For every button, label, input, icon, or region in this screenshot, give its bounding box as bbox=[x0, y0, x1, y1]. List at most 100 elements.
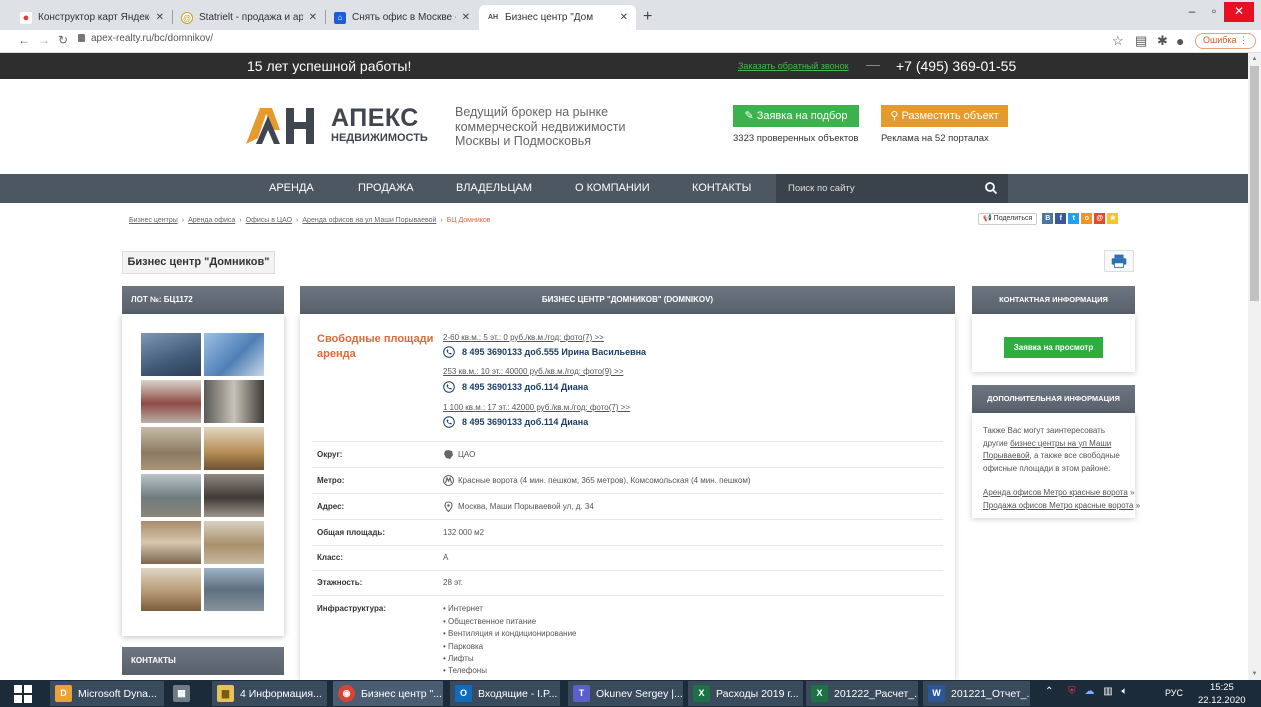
contacts-header: КОНТАКТЫ bbox=[122, 647, 284, 675]
star-icon[interactable]: ☆ bbox=[1112, 33, 1124, 49]
photo-thumbnail[interactable] bbox=[141, 380, 201, 423]
photo-thumbnail[interactable] bbox=[141, 427, 201, 470]
offer-link[interactable]: 1 100 кв.м.: 17 эт.: 42000 руб./кв.м./го… bbox=[443, 403, 630, 412]
volume-icon[interactable]: 🔈︎ bbox=[1121, 686, 1127, 697]
clock-date[interactable]: 22.12.2020 bbox=[1198, 695, 1246, 706]
nav-item-contacts[interactable]: КОНТАКТЫ bbox=[692, 182, 751, 194]
taskbar-app-teams[interactable]: T Okunev Sergey |... bbox=[568, 681, 683, 706]
site-search-input[interactable]: Поиск по сайту bbox=[776, 174, 1008, 203]
nav-item-sale[interactable]: ПРОДАЖА bbox=[358, 182, 414, 194]
reload-icon[interactable]: ↻ bbox=[58, 33, 68, 47]
onedrive-cloud-icon[interactable]: ☁ bbox=[1084, 686, 1094, 697]
odnoklassniki-icon[interactable]: o bbox=[1081, 213, 1093, 224]
photo-thumbnail[interactable] bbox=[204, 568, 264, 611]
infrastructure-item: Общественное питание bbox=[443, 617, 536, 626]
offer-link[interactable]: 2-60 кв.м.: 5 эт.: 0 руб./кв.м./год: фот… bbox=[443, 333, 604, 342]
tab-apex[interactable]: АН Бизнес центр "Дом ✕ bbox=[479, 5, 636, 30]
profile-error-label: Ошибка bbox=[1203, 35, 1237, 45]
taskbar-app-outlook[interactable]: O Входящие - I.P... bbox=[450, 681, 560, 706]
metro-rent-link-text: Аренда офисов Метро красные ворота bbox=[983, 488, 1128, 497]
photo-thumbnail[interactable] bbox=[141, 333, 201, 376]
scroll-down-icon[interactable]: ▼ bbox=[1250, 671, 1259, 677]
address-bar: ← → ↻ apex-realty.ru/bc/domnikov/ ☆ ▤ ✱ … bbox=[0, 30, 1261, 53]
taskbar-app-label: Okunev Sergey |... bbox=[596, 687, 683, 700]
new-tab-button[interactable]: + bbox=[643, 8, 652, 26]
photo-thumbnail[interactable] bbox=[204, 427, 264, 470]
window-close-button[interactable]: ✕ bbox=[1224, 2, 1254, 22]
photo-thumbnail[interactable] bbox=[204, 474, 264, 517]
district-icon bbox=[444, 450, 453, 459]
breadcrumb-link[interactable]: Аренда офиса bbox=[188, 217, 235, 224]
share-button[interactable]: 📢 Поделиться bbox=[978, 212, 1038, 225]
slogan: 15 лет успешной работы! bbox=[247, 58, 412, 74]
building-details-panel bbox=[300, 314, 955, 680]
request-selection-button[interactable]: ✎ Заявка на подбор bbox=[733, 105, 859, 127]
restore-button[interactable]: ▫ bbox=[1204, 2, 1224, 22]
network-icon[interactable]: ▥ bbox=[1103, 686, 1112, 697]
clock-time[interactable]: 15:25 bbox=[1210, 682, 1234, 693]
photo-thumbnail[interactable] bbox=[204, 380, 264, 423]
forward-arrow-icon[interactable]: → bbox=[38, 33, 50, 47]
reading-list-icon[interactable]: ▤ bbox=[1135, 33, 1147, 49]
nav-item-about[interactable]: О КОМПАНИИ bbox=[575, 182, 650, 194]
photo-thumbnail[interactable] bbox=[141, 521, 201, 564]
back-arrow-icon[interactable]: ← bbox=[18, 33, 30, 47]
taskbar-app-calculator[interactable]: ▦ bbox=[168, 681, 208, 706]
facebook-icon[interactable]: f bbox=[1055, 213, 1067, 224]
url-field[interactable]: apex-realty.ru/bc/domnikov/ bbox=[78, 33, 213, 44]
search-icon[interactable] bbox=[984, 181, 998, 195]
tab-statrielt[interactable]: @ Statrielt - продажа и аренда ко ✕ bbox=[173, 5, 325, 30]
tab-title: Снять офис в Москве - 1 020 с bbox=[352, 12, 456, 23]
scroll-up-icon[interactable]: ▲ bbox=[1250, 56, 1259, 62]
twitter-icon[interactable]: t bbox=[1068, 213, 1080, 224]
print-icon[interactable] bbox=[1104, 250, 1134, 272]
extensions-icon[interactable]: ✱ bbox=[1157, 33, 1168, 49]
place-object-button[interactable]: ⚲ Разместить объект bbox=[881, 105, 1008, 127]
apex-logo[interactable] bbox=[246, 104, 321, 144]
antivirus-icon[interactable]: ⛨ bbox=[1068, 686, 1076, 697]
photo-thumbnail[interactable] bbox=[204, 521, 264, 564]
request-viewing-button[interactable]: Заявка на просмотр bbox=[1004, 337, 1103, 358]
metro-sale-link[interactable]: Продажа офисов Метро красные ворота » bbox=[983, 501, 1140, 510]
nav-item-owners[interactable]: ВЛАДЕЛЬЦАМ bbox=[456, 182, 532, 194]
language-indicator[interactable]: РУС bbox=[1165, 688, 1183, 698]
offer-phone-text: 8 495 3690133 доб.555 Ирина Васильевна bbox=[462, 347, 647, 357]
system-tray: ⌃ ⛨ ☁ ▥ 🔈︎ bbox=[1045, 686, 1127, 697]
taskbar-app-excel-calc[interactable]: X 201222_Расчет_... bbox=[806, 681, 918, 706]
profile-avatar-icon[interactable]: ● bbox=[1176, 33, 1184, 49]
windows-start-icon[interactable] bbox=[14, 685, 32, 703]
photo-thumbnail[interactable] bbox=[141, 474, 201, 517]
vk-icon[interactable]: B bbox=[1042, 213, 1054, 224]
favorite-star-icon[interactable]: ★ bbox=[1107, 213, 1119, 224]
statrielt-icon: @ bbox=[181, 11, 193, 24]
metro-rent-link[interactable]: Аренда офисов Метро красные ворота » bbox=[983, 488, 1135, 497]
photo-thumbnail[interactable] bbox=[204, 333, 264, 376]
tab-cian[interactable]: ⌂ Снять офис в Москве - 1 020 с ✕ bbox=[326, 5, 478, 30]
taskbar-app-word[interactable]: W 201221_Отчет_... bbox=[923, 681, 1030, 706]
district-label: Округ: bbox=[317, 450, 343, 459]
taskbar-app-folder[interactable]: ▆ 4 Информация... bbox=[212, 681, 327, 706]
additional-info-text: Также Вас могут заинтересовать другие би… bbox=[983, 425, 1131, 475]
taskbar-app-chrome[interactable]: ◉ Бизнес центр "... bbox=[333, 681, 443, 706]
nav-item-rent[interactable]: АРЕНДА bbox=[269, 182, 314, 194]
minimize-button[interactable]: – bbox=[1180, 2, 1204, 22]
breadcrumb-link[interactable]: Офисы в ЦАО bbox=[246, 217, 292, 224]
close-icon[interactable]: ✕ bbox=[156, 12, 164, 23]
photo-thumbnail[interactable] bbox=[141, 568, 201, 611]
close-icon[interactable]: ✕ bbox=[462, 12, 470, 23]
scrollbar-thumb[interactable] bbox=[1250, 66, 1259, 301]
mailru-icon[interactable]: @ bbox=[1094, 213, 1106, 224]
teams-icon: T bbox=[573, 685, 590, 702]
taskbar-app-dynamics[interactable]: D Microsoft Dyna... bbox=[50, 681, 164, 706]
breadcrumb-link[interactable]: Бизнес центры bbox=[129, 217, 178, 224]
profile-error-button[interactable]: Ошибка ⋮ bbox=[1195, 33, 1257, 49]
close-icon[interactable]: ✕ bbox=[309, 12, 317, 23]
offer-link[interactable]: 253 кв.м.: 10 эт.: 40000 руб./кв.м./год:… bbox=[443, 367, 623, 376]
callback-link[interactable]: Заказать обратный звонок bbox=[738, 61, 849, 71]
header-phone: +7 (495) 369-01-55 bbox=[896, 58, 1017, 74]
taskbar-app-excel-expenses[interactable]: X Расходы 2019 г... bbox=[688, 681, 803, 706]
tray-chevron-icon[interactable]: ⌃ bbox=[1045, 686, 1053, 697]
tab-yandex-maps[interactable]: ● Конструктор карт Яндекса ✕ bbox=[12, 5, 172, 30]
breadcrumb-link[interactable]: Аренда офисов на ул Маши Порываевой bbox=[302, 217, 436, 224]
close-icon[interactable]: ✕ bbox=[620, 12, 628, 23]
